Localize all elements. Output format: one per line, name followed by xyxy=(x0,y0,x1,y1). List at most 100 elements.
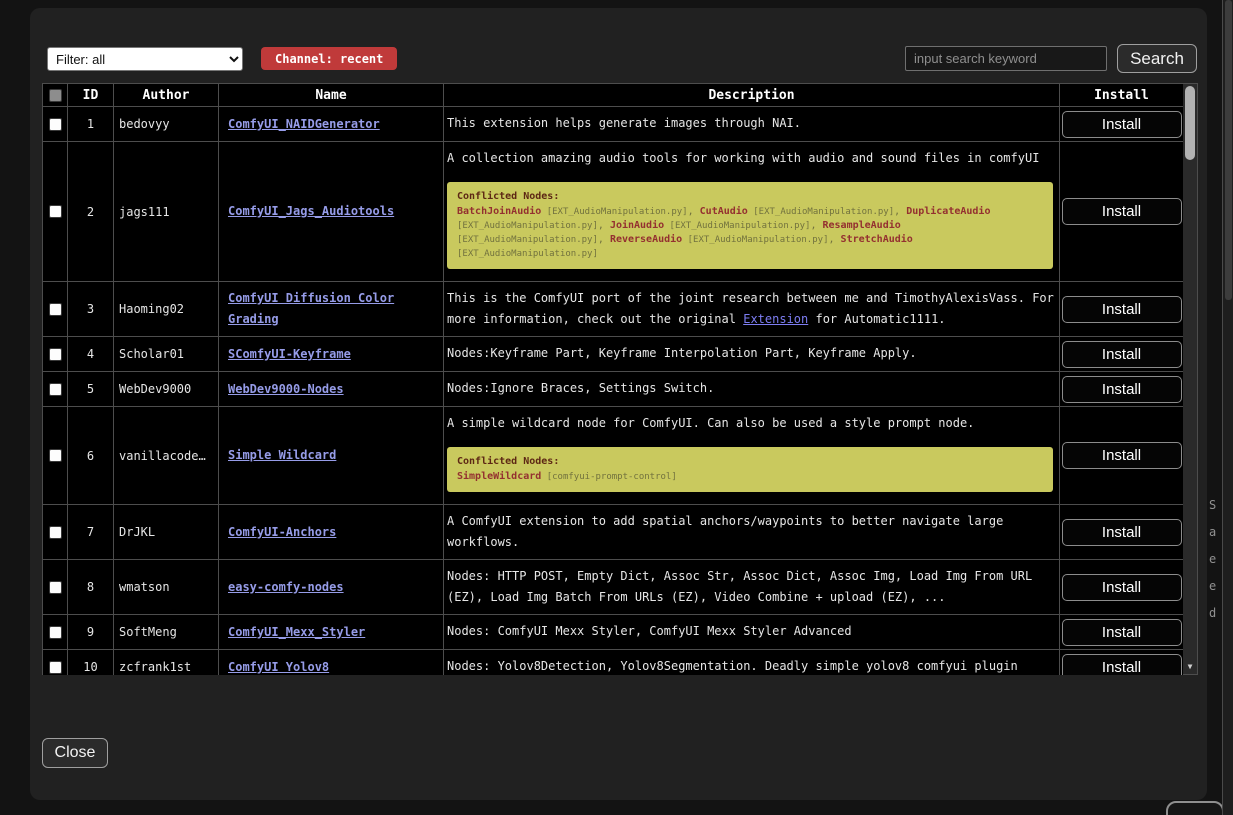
header-id: ID xyxy=(68,84,114,107)
row-select-checkbox[interactable] xyxy=(49,205,62,218)
row-select-checkbox[interactable] xyxy=(49,526,62,539)
header-author: Author xyxy=(114,84,219,107)
node-name-link[interactable]: SComfyUI-Keyframe xyxy=(228,347,351,361)
row-author: SoftMeng xyxy=(114,615,219,650)
install-button[interactable]: Install xyxy=(1062,341,1182,368)
conflict-title: Conflicted Nodes: xyxy=(457,190,1043,203)
row-author: WebDev9000 xyxy=(114,372,219,407)
row-select-checkbox[interactable] xyxy=(49,581,62,594)
row-select-checkbox[interactable] xyxy=(49,449,62,462)
row-author: wmatson xyxy=(114,560,219,615)
row-author: zcfrank1st xyxy=(114,650,219,676)
conflict-items: SimpleWildcard [comfyui-prompt-control] xyxy=(457,470,1043,484)
close-button[interactable]: Close xyxy=(42,738,108,768)
table-row: 7 DrJKL ComfyUI-Anchors A ComfyUI extens… xyxy=(43,505,1184,560)
row-id: 9 xyxy=(68,615,114,650)
row-id: 8 xyxy=(68,560,114,615)
table-row: 3 Haoming02 ComfyUI Diffusion Color Grad… xyxy=(43,282,1184,337)
node-name-link[interactable]: easy-comfy-nodes xyxy=(228,580,344,594)
row-select-checkbox[interactable] xyxy=(49,626,62,639)
node-name-link[interactable]: Simple Wildcard xyxy=(228,448,336,462)
table-row: 10 zcfrank1st ComfyUI Yolov8 Nodes: Yolo… xyxy=(43,650,1184,676)
header-description: Description xyxy=(444,84,1060,107)
table-row: 2 jags111 ComfyUI_Jags_Audiotools A coll… xyxy=(43,142,1184,282)
row-description: A collection amazing audio tools for wor… xyxy=(444,142,1060,282)
row-description: Nodes: HTTP POST, Empty Dict, Assoc Str,… xyxy=(444,560,1060,615)
row-id: 2 xyxy=(68,142,114,282)
row-description: Nodes: ComfyUI Mexx Styler, ComfyUI Mexx… xyxy=(444,615,1060,650)
custom-nodes-dialog: Filter: all Channel: recent Search ID Au… xyxy=(30,8,1207,800)
row-select-checkbox[interactable] xyxy=(49,383,62,396)
row-description: Nodes:Ignore Braces, Settings Switch. xyxy=(444,372,1060,407)
row-select-checkbox[interactable] xyxy=(49,661,62,674)
background-panel-corner xyxy=(1166,801,1224,815)
header-select-cell xyxy=(43,84,68,107)
table-row: 5 WebDev9000 WebDev9000-Nodes Nodes:Igno… xyxy=(43,372,1184,407)
conflict-warning: Conflicted Nodes: BatchJoinAudio [EXT_Au… xyxy=(447,182,1053,269)
install-button[interactable]: Install xyxy=(1062,198,1182,225)
page-scrollbar-thumb[interactable] xyxy=(1225,0,1232,300)
conflict-title: Conflicted Nodes: xyxy=(457,455,1043,468)
header-name: Name xyxy=(219,84,444,107)
select-all-checkbox[interactable] xyxy=(49,89,62,102)
row-id: 1 xyxy=(68,107,114,142)
table-row: 8 wmatson easy-comfy-nodes Nodes: HTTP P… xyxy=(43,560,1184,615)
table-scrollbar[interactable]: ▼ xyxy=(1183,83,1198,675)
custom-nodes-table: ID Author Name Description Install 1 bed… xyxy=(42,83,1183,675)
row-author: DrJKL xyxy=(114,505,219,560)
table-row: 4 Scholar01 SComfyUI-Keyframe Nodes:Keyf… xyxy=(43,337,1184,372)
table-row: 9 SoftMeng ComfyUI_Mexx_Styler Nodes: Co… xyxy=(43,615,1184,650)
extension-link[interactable]: Extension xyxy=(743,312,808,326)
row-select-checkbox[interactable] xyxy=(49,303,62,316)
custom-nodes-table-area: ID Author Name Description Install 1 bed… xyxy=(42,83,1198,675)
row-id: 10 xyxy=(68,650,114,676)
occluded-background-text: S a e e d xyxy=(1209,498,1222,633)
install-button[interactable]: Install xyxy=(1062,519,1182,546)
row-description: Nodes: Yolov8Detection, Yolov8Segmentati… xyxy=(444,650,1060,676)
row-description: A simple wildcard node for ComfyUI. Can … xyxy=(444,407,1060,505)
row-select-checkbox[interactable] xyxy=(49,348,62,361)
row-id: 5 xyxy=(68,372,114,407)
table-row: 6 vanillacode… Simple Wildcard A simple … xyxy=(43,407,1184,505)
node-name-link[interactable]: ComfyUI-Anchors xyxy=(228,525,336,539)
row-description: A ComfyUI extension to add spatial ancho… xyxy=(444,505,1060,560)
row-author: bedovyy xyxy=(114,107,219,142)
row-author: jags111 xyxy=(114,142,219,282)
filter-select[interactable]: Filter: all xyxy=(47,47,243,71)
search-input[interactable] xyxy=(905,46,1107,71)
row-id: 3 xyxy=(68,282,114,337)
row-description: This extension helps generate images thr… xyxy=(444,107,1060,142)
table-header-row: ID Author Name Description Install xyxy=(43,84,1184,107)
row-description: This is the ComfyUI port of the joint re… xyxy=(444,282,1060,337)
page-scrollbar[interactable] xyxy=(1222,0,1233,815)
conflict-warning: Conflicted Nodes: SimpleWildcard [comfyu… xyxy=(447,447,1053,492)
install-button[interactable]: Install xyxy=(1062,619,1182,646)
search-button[interactable]: Search xyxy=(1117,44,1197,73)
header-install: Install xyxy=(1060,84,1184,107)
install-button[interactable]: Install xyxy=(1062,296,1182,323)
install-button[interactable]: Install xyxy=(1062,654,1182,676)
row-id: 6 xyxy=(68,407,114,505)
install-button[interactable]: Install xyxy=(1062,442,1182,469)
install-button[interactable]: Install xyxy=(1062,574,1182,601)
install-button[interactable]: Install xyxy=(1062,376,1182,403)
table-scrollbar-thumb[interactable] xyxy=(1185,86,1195,160)
row-author: Haoming02 xyxy=(114,282,219,337)
node-name-link[interactable]: ComfyUI_Mexx_Styler xyxy=(228,625,365,639)
channel-badge[interactable]: Channel: recent xyxy=(261,47,397,70)
row-id: 7 xyxy=(68,505,114,560)
node-name-link[interactable]: ComfyUI_Jags_Audiotools xyxy=(228,204,394,218)
row-author: Scholar01 xyxy=(114,337,219,372)
row-select-checkbox[interactable] xyxy=(49,118,62,131)
conflict-items: BatchJoinAudio [EXT_AudioManipulation.py… xyxy=(457,205,1043,261)
row-description: Nodes:Keyframe Part, Keyframe Interpolat… xyxy=(444,337,1060,372)
node-name-link[interactable]: ComfyUI Diffusion Color Grading xyxy=(228,291,394,326)
node-name-link[interactable]: WebDev9000-Nodes xyxy=(228,382,344,396)
scrollbar-down-arrow-icon[interactable]: ▼ xyxy=(1183,662,1197,672)
node-name-link[interactable]: ComfyUI_NAIDGenerator xyxy=(228,117,380,131)
table-row: 1 bedovyy ComfyUI_NAIDGenerator This ext… xyxy=(43,107,1184,142)
row-author: vanillacode… xyxy=(114,407,219,505)
row-id: 4 xyxy=(68,337,114,372)
install-button[interactable]: Install xyxy=(1062,111,1182,138)
node-name-link[interactable]: ComfyUI Yolov8 xyxy=(228,660,329,674)
